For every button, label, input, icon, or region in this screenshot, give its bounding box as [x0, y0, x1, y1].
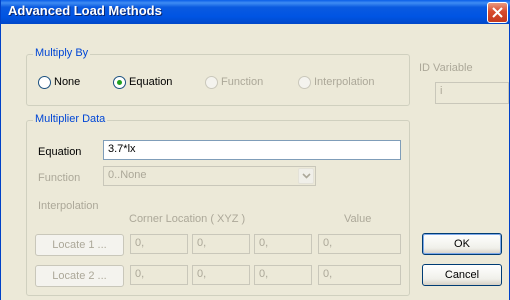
interpolation-label: Interpolation: [38, 200, 99, 212]
radio-equation-label[interactable]: Equation: [129, 76, 172, 88]
locate-1-y-field: 0,: [192, 234, 250, 254]
locate-2-button: Locate 2 ...: [35, 265, 124, 287]
close-button[interactable]: [487, 2, 508, 23]
radio-interpolation: [298, 76, 311, 89]
ok-button[interactable]: OK: [422, 233, 502, 255]
locate-2-z-field: 0,: [254, 265, 312, 285]
cancel-button[interactable]: Cancel: [422, 264, 502, 286]
locate-2-y-field: 0,: [192, 265, 250, 285]
title-bar[interactable]: Advanced Load Methods: [1, 0, 510, 24]
function-select: 0..None: [103, 166, 316, 186]
radio-none-label[interactable]: None: [54, 76, 80, 88]
radio-equation[interactable]: [113, 76, 126, 89]
function-select-value: 0..None: [108, 169, 147, 181]
id-variable-field: i: [435, 82, 509, 104]
window-title: Advanced Load Methods: [8, 3, 162, 18]
radio-none[interactable]: [38, 76, 51, 89]
multiplier-data-legend: Multiplier Data: [33, 113, 108, 125]
value-header: Value: [344, 213, 372, 225]
locate-1-value-field: 0,: [318, 234, 401, 254]
locate-1-z-field: 0,: [254, 234, 312, 254]
locate-1-button: Locate 1 ...: [35, 234, 124, 256]
radio-function: [205, 76, 218, 89]
chevron-down-icon: [302, 173, 311, 179]
radio-function-label: Function: [221, 76, 264, 88]
equation-label: Equation: [38, 146, 82, 158]
locate-2-x-field: 0,: [130, 265, 188, 285]
id-variable-label: ID Variable: [419, 62, 473, 74]
function-dropdown-arrow: [298, 168, 314, 184]
function-label: Function: [38, 172, 81, 184]
close-icon: [492, 7, 503, 18]
radio-interpolation-label: Interpolation: [314, 76, 375, 88]
locate-1-x-field: 0,: [130, 234, 188, 254]
corner-location-header: Corner Location ( XYZ ): [129, 213, 246, 225]
dialog-window: Advanced Load Methods Multiply By None E…: [0, 0, 510, 300]
multiply-by-legend: Multiply By: [33, 47, 91, 59]
radio-selected-dot: [117, 80, 122, 85]
equation-field[interactable]: 3.7*lx: [103, 140, 401, 160]
locate-2-value-field: 0,: [318, 265, 401, 285]
